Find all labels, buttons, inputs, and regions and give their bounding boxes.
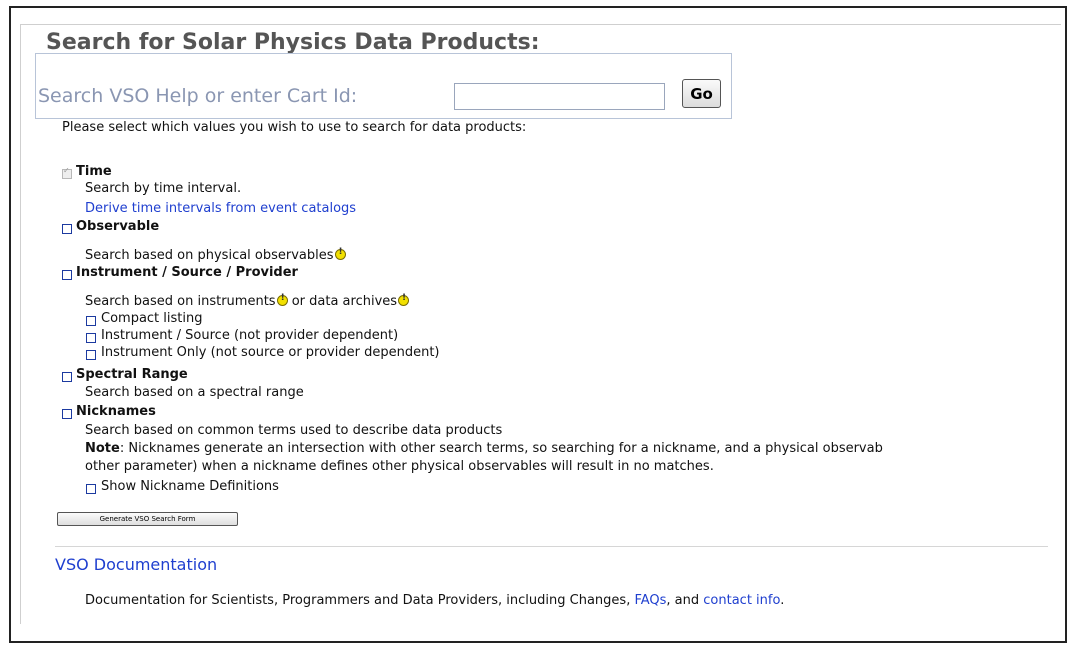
nicknames-description: Search based on common terms used to des… <box>85 423 503 438</box>
section-divider <box>55 546 1048 547</box>
documentation-heading[interactable]: VSO Documentation <box>55 555 217 574</box>
time-description: Search by time interval. <box>85 181 242 196</box>
instrument-description-b: or data archives <box>287 294 398 309</box>
search-label: Search VSO Help or enter Cart Id: <box>38 85 358 107</box>
info-icon[interactable] <box>398 293 410 306</box>
show-nickname-definitions-checkbox[interactable] <box>86 484 96 494</box>
instrument-checkbox[interactable] <box>62 270 72 280</box>
instrument-description-a: Search based on instruments <box>85 294 276 309</box>
observable-checkbox[interactable] <box>62 224 72 234</box>
search-input[interactable] <box>454 83 665 110</box>
observable-description-text: Search based on physical observables <box>85 248 334 263</box>
info-icon[interactable] <box>276 293 288 306</box>
page-title: Search for Solar Physics Data Products: <box>46 30 540 55</box>
section-heading-spectral: Spectral Range <box>76 367 188 382</box>
generate-search-form-button[interactable]: Generate VSO Search Form <box>57 512 238 526</box>
section-heading-instrument: Instrument / Source / Provider <box>76 265 298 280</box>
doc-text-before: Documentation for Scientists, Programmer… <box>85 593 635 608</box>
nicknames-note: Note: Nicknames generate an intersection… <box>85 441 883 456</box>
documentation-text: Documentation for Scientists, Programmer… <box>85 593 784 608</box>
observable-description: Search based on physical observables <box>85 247 346 263</box>
section-heading-nicknames: Nicknames <box>76 404 156 419</box>
note-line-1: : Nicknames generate an intersection wit… <box>119 441 883 456</box>
event-catalogs-link[interactable]: Derive time intervals from event catalog… <box>85 201 356 216</box>
instrument-source-label: Instrument / Source (not provider depend… <box>101 328 399 343</box>
go-button[interactable]: Go <box>682 79 721 108</box>
instrument-only-label: Instrument Only (not source or provider … <box>101 345 440 360</box>
compact-listing-label: Compact listing <box>101 311 203 326</box>
note-label: Note <box>85 441 120 456</box>
section-heading-observable: Observable <box>76 219 160 234</box>
note-line-2: other parameter) when a nickname defines… <box>85 459 714 474</box>
spectral-range-checkbox[interactable] <box>62 372 72 382</box>
nicknames-checkbox[interactable] <box>62 409 72 419</box>
instrument-description: Search based on instruments or data arch… <box>85 293 410 309</box>
doc-text-middle: , and <box>666 593 704 608</box>
help-search-box: Search VSO Help or enter Cart Id: Go <box>35 53 732 119</box>
faqs-link[interactable]: FAQs <box>634 593 666 608</box>
contact-info-link[interactable]: contact info <box>703 593 780 608</box>
doc-text-after: . <box>780 593 785 608</box>
time-checkbox[interactable] <box>62 166 72 179</box>
section-heading-time: Time <box>76 164 112 179</box>
show-nickname-definitions-label: Show Nickname Definitions <box>101 479 279 494</box>
compact-listing-checkbox[interactable] <box>86 316 96 326</box>
intro-text: Please select which values you wish to u… <box>62 120 527 135</box>
info-icon[interactable] <box>334 247 346 260</box>
spectral-description: Search based on a spectral range <box>85 385 304 400</box>
instrument-source-checkbox[interactable] <box>86 333 96 343</box>
instrument-only-checkbox[interactable] <box>86 350 96 360</box>
